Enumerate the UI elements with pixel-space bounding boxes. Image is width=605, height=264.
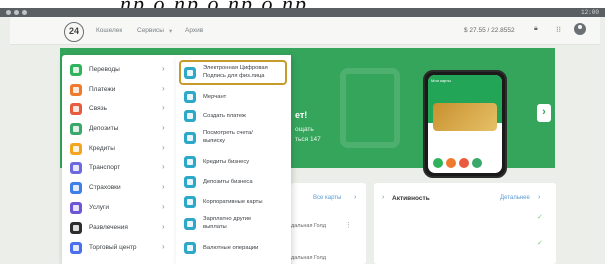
corporate-card-icon: [184, 196, 196, 208]
chevron-down-icon[interactable]: ▾: [169, 27, 172, 35]
nav-wallet[interactable]: Кошелек: [96, 27, 122, 34]
insurance-icon: [70, 182, 82, 194]
window-dot-icon[interactable]: [22, 10, 27, 15]
site-header: 24 Кошелек Сервисы ▾ Архив $ 27.55 / 22.…: [10, 17, 600, 45]
activity-title: Активность: [392, 195, 430, 202]
apps-grid-icon[interactable]: ⁝⁝: [556, 25, 561, 34]
services-icon: [70, 202, 82, 214]
menu-item-insurance[interactable]: Страховки ›: [62, 179, 176, 197]
business-deposit-icon: [184, 176, 196, 188]
submenu-item-payroll[interactable]: Зарплатно другие выплаты: [176, 213, 291, 237]
submenu-item-business-credits[interactable]: Кредиты бизнесу: [176, 154, 291, 172]
chevron-right-icon[interactable]: ›: [538, 194, 540, 201]
window-dot-icon[interactable]: [6, 10, 11, 15]
menu-item-communication[interactable]: Связь ›: [62, 100, 176, 118]
balance-display[interactable]: $ 27.55 / 22.8552: [464, 27, 515, 34]
shopping-icon: [70, 242, 82, 254]
chevron-right-icon: ›: [162, 64, 165, 73]
submenu-item-business-deposits[interactable]: Депозиты бизнеса: [176, 174, 291, 192]
chevron-right-icon[interactable]: ›: [354, 194, 356, 201]
create-payment-icon: [184, 110, 196, 122]
check-icon: ✓: [537, 214, 543, 221]
lock-icon[interactable]: 🔒︎: [534, 25, 538, 33]
banner-decoration: [340, 68, 400, 148]
menu-item-transport[interactable]: Транспорт ›: [62, 159, 176, 177]
highlight-frame: [179, 60, 287, 85]
menu-item-entertainment[interactable]: Развлечения ›: [62, 219, 176, 237]
banner-next-arrow-icon[interactable]: ›: [537, 104, 551, 122]
details-link[interactable]: Детальнее: [500, 195, 530, 201]
menu-item-transfers[interactable]: Переводы ›: [62, 61, 176, 79]
card-row[interactable]: дальная Голд: [291, 223, 326, 229]
chevron-right-icon: ›: [162, 222, 165, 231]
chevron-right-icon: ›: [162, 182, 165, 191]
business-credit-icon: [184, 156, 196, 168]
clock: 12:00: [580, 9, 599, 16]
os-taskbar: 12:00: [0, 8, 605, 17]
statement-icon: [184, 132, 196, 144]
menu-item-services[interactable]: Услуги ›: [62, 199, 176, 217]
chevron-right-icon: ›: [162, 162, 165, 171]
submenu-item-merchant[interactable]: Мерчант: [176, 89, 291, 107]
nav-archive[interactable]: Архив: [185, 27, 203, 34]
phone-mockup: Мои карты: [423, 70, 507, 178]
all-cards-link[interactable]: Все карты: [313, 195, 341, 201]
submenu-item-corporate-cards[interactable]: Корпоративные карты: [176, 194, 291, 212]
submenu-item-currency-ops[interactable]: Валютные операции: [176, 240, 291, 258]
chevron-right-icon: ›: [162, 202, 165, 211]
kebab-icon[interactable]: ⋮: [345, 221, 352, 229]
phone-card-title: Мои карты: [431, 78, 451, 83]
user-avatar-icon[interactable]: [574, 23, 586, 35]
chevron-right-icon: ›: [162, 123, 165, 132]
banner-text-2: ться 147: [295, 136, 321, 143]
chevron-right-icon: ›: [162, 143, 165, 152]
chevron-right-icon: ›: [162, 84, 165, 93]
payment-icon: [70, 84, 82, 96]
phone-card-image: [433, 103, 497, 131]
menu-item-shopping-center[interactable]: Торговый центр ›: [62, 239, 176, 257]
services-menu: Переводы › Платежи › Связь › Депозиты › Кред…: [62, 55, 176, 264]
currency-icon: [184, 242, 196, 254]
phone-icons: [433, 155, 485, 173]
business-submenu: Электронная Цифровая Подпись для физ.лиц…: [176, 55, 291, 264]
transfer-icon: [70, 64, 82, 76]
activity-panel: › Активность Детальнее › ✓ ✓: [374, 183, 556, 264]
payroll-icon: [184, 218, 196, 230]
submenu-item-create-payment[interactable]: Создать платеж: [176, 108, 291, 126]
brand-logo[interactable]: 24: [64, 22, 84, 42]
menu-item-deposits[interactable]: Депозиты ›: [62, 120, 176, 138]
menu-item-payments[interactable]: Платежи ›: [62, 81, 176, 99]
merchant-icon: [184, 91, 196, 103]
phone-icon: [70, 103, 82, 115]
banner-text-1: ощать: [295, 126, 314, 133]
menu-item-credits[interactable]: Кредиты ›: [62, 140, 176, 158]
nav-services[interactable]: Сервисы: [137, 27, 164, 34]
entertainment-icon: [70, 222, 82, 234]
banner-title: ет!: [295, 110, 308, 120]
chevron-right-icon: ›: [162, 103, 165, 112]
chevron-right-icon[interactable]: ›: [382, 194, 384, 201]
check-icon: ✓: [537, 240, 543, 247]
submenu-item-view-accounts[interactable]: Посмотреть счета/ выписку: [176, 127, 291, 151]
window-dot-icon[interactable]: [14, 10, 19, 15]
card-row[interactable]: дальная Голд: [291, 255, 326, 261]
cards-panel: Все карты › дальная Голд ⋮ дальная Голд: [291, 183, 366, 264]
deposit-icon: [70, 123, 82, 135]
chevron-right-icon: ›: [162, 242, 165, 251]
transport-icon: [70, 162, 82, 174]
credit-icon: [70, 143, 82, 155]
